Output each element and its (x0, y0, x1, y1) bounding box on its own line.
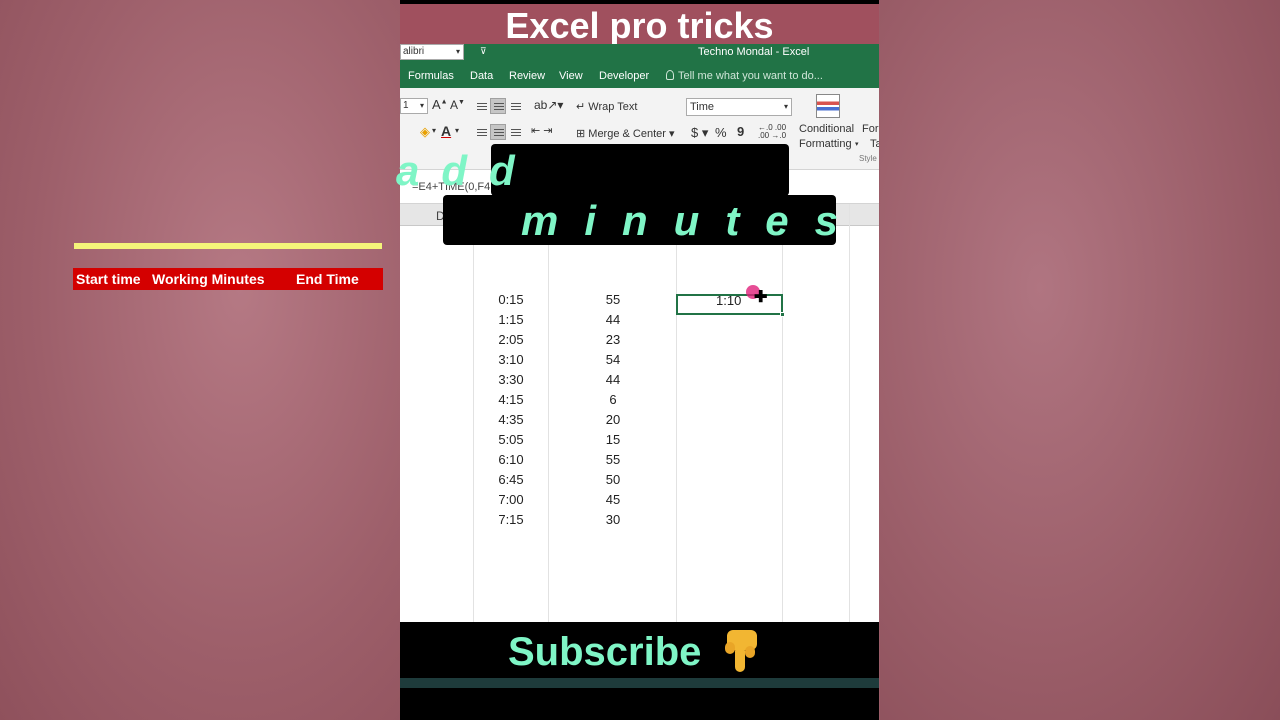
video-title: Excel pro tricks (505, 5, 774, 46)
tab-review[interactable]: Review (509, 70, 545, 82)
number-format-dropdown[interactable]: Time ▾ (686, 98, 792, 116)
ribbon-tabs: Formulas Data Review View Developer Tell… (400, 66, 879, 88)
caption-line-1: add (396, 147, 537, 194)
end-time-value[interactable]: 1:10 (716, 293, 741, 308)
tell-me-text: Tell me what you want to do... (678, 70, 823, 82)
start-time-cell[interactable]: 5:05 (474, 432, 548, 447)
fill-handle[interactable] (780, 312, 785, 317)
conditional-formatting-label-1[interactable]: Conditional (799, 123, 854, 135)
working-minutes-cell[interactable]: 44 (549, 312, 677, 327)
indent-icons[interactable]: ⇤ ⇥ (531, 124, 553, 137)
quick-access-dropdown-icon[interactable]: ⊽ (480, 46, 487, 57)
video-title-bar: Excel pro tricks (400, 0, 879, 46)
conditional-formatting-icon[interactable] (816, 94, 840, 118)
gridline (849, 204, 850, 622)
start-time-cell[interactable]: 3:10 (474, 352, 548, 367)
working-minutes-cell[interactable]: 30 (549, 512, 677, 527)
percent-button[interactable]: % (715, 125, 727, 140)
align-bottom-icon[interactable] (507, 98, 523, 114)
start-time-cell[interactable]: 7:15 (474, 512, 548, 527)
fill-color-icon[interactable]: ◈ (420, 124, 430, 140)
start-time-cell[interactable]: 6:45 (474, 472, 548, 487)
tab-data[interactable]: Data (470, 70, 493, 82)
shrink-font-icon[interactable]: A▼ (450, 98, 465, 112)
bottom-strip (400, 678, 879, 688)
font-size-box[interactable]: 1 ▾ (400, 98, 428, 114)
window-title: Techno Mondal - Excel (698, 46, 810, 58)
blurred-background-right (880, 0, 1280, 720)
caption-line-2: minutes (521, 197, 865, 244)
start-time-cell[interactable]: 4:15 (474, 392, 548, 407)
table-header-row: Start time Working Minutes End Time (73, 268, 383, 290)
decimal-buttons[interactable]: ←.0 .00.00 →.0 (758, 124, 786, 140)
excel-title-area: alibri ▾ ⊽ Techno Mondal - Excel Formula… (400, 44, 879, 88)
header-working-minutes[interactable]: Working Minutes (152, 271, 265, 287)
working-minutes-cell[interactable]: 54 (549, 352, 677, 367)
chevron-down-icon: ▾ (855, 141, 859, 148)
header-end-time[interactable]: End Time (296, 271, 359, 287)
wrap-text-icon: ↵ (576, 101, 589, 113)
wrap-text-button[interactable]: ↵ Wrap Text (576, 100, 637, 113)
merge-icon: ⊞ (576, 128, 589, 140)
tab-developer[interactable]: Developer (599, 70, 649, 82)
font-name-value: alibri (403, 46, 425, 57)
start-time-cell[interactable]: 2:05 (474, 332, 548, 347)
working-minutes-cell[interactable]: 55 (549, 452, 677, 467)
start-time-cell[interactable]: 0:15 (474, 292, 548, 307)
orientation-icon[interactable]: ab↗▾ (534, 98, 563, 112)
fill-cursor-icon: ✚ (754, 289, 768, 306)
format-as-table-label-1[interactable]: For (862, 123, 879, 135)
start-time-cell[interactable]: 1:15 (474, 312, 548, 327)
styles-group-label: Style (859, 154, 877, 163)
currency-label: $ (691, 125, 699, 140)
tab-formulas[interactable]: Formulas (408, 70, 454, 82)
currency-button[interactable]: $ ▾ (691, 125, 708, 141)
grow-font-icon[interactable]: A▲ (432, 97, 448, 112)
merge-center-label: Merge & Center (588, 128, 666, 140)
align-middle-icon[interactable] (490, 98, 506, 114)
tell-me-search[interactable]: Tell me what you want to do... (666, 70, 823, 82)
align-top-icon[interactable] (473, 98, 489, 114)
pointing-down-hand-icon (725, 630, 757, 672)
working-minutes-cell[interactable]: 44 (549, 372, 677, 387)
format-as-table-label-2[interactable]: Ta (870, 138, 879, 150)
comma-style-button[interactable]: 9 (737, 124, 744, 139)
align-right-icon[interactable] (507, 124, 523, 140)
conditional-formatting-label-2[interactable]: Formatting (799, 138, 852, 150)
working-minutes-cell[interactable]: 50 (549, 472, 677, 487)
working-minutes-cell[interactable]: 6 (549, 392, 677, 407)
chevron-down-icon: ▾ (419, 101, 424, 110)
start-time-cell[interactable]: 3:30 (474, 372, 548, 387)
subscribe-banner: Subscribe (400, 622, 879, 720)
working-minutes-cell[interactable]: 45 (549, 492, 677, 507)
font-name-box[interactable]: alibri ▾ (400, 44, 464, 60)
lightbulb-icon (666, 70, 674, 80)
working-minutes-cell[interactable]: 15 (549, 432, 677, 447)
start-time-cell[interactable]: 6:10 (474, 452, 548, 467)
font-color-icon[interactable]: A (441, 123, 451, 139)
font-size-value: 1 (403, 100, 409, 111)
start-time-cell[interactable]: 4:35 (474, 412, 548, 427)
gridline (782, 204, 783, 622)
start-time-cell[interactable]: 7:00 (474, 492, 548, 507)
wrap-text-label: Wrap Text (588, 101, 638, 113)
header-start-time[interactable]: Start time (76, 271, 141, 287)
highlight-strip (74, 243, 382, 249)
align-left-icon[interactable] (473, 124, 489, 140)
working-minutes-cell[interactable]: 55 (549, 292, 677, 307)
working-minutes-cell[interactable]: 23 (549, 332, 677, 347)
tab-view[interactable]: View (559, 70, 583, 82)
merge-center-button[interactable]: ⊞ Merge & Center ▾ (576, 127, 675, 140)
chevron-down-icon: ▾ (455, 47, 460, 56)
working-minutes-cell[interactable]: 20 (549, 412, 677, 427)
chevron-down-icon: ▾ (783, 102, 788, 111)
subscribe-text[interactable]: Subscribe (508, 630, 701, 675)
chevron-down-icon[interactable]: ▾ (455, 126, 459, 135)
blurred-background-left (0, 0, 400, 720)
chevron-down-icon[interactable]: ▾ (432, 126, 436, 135)
align-center-icon[interactable] (490, 124, 506, 140)
number-format-value: Time (690, 101, 715, 113)
